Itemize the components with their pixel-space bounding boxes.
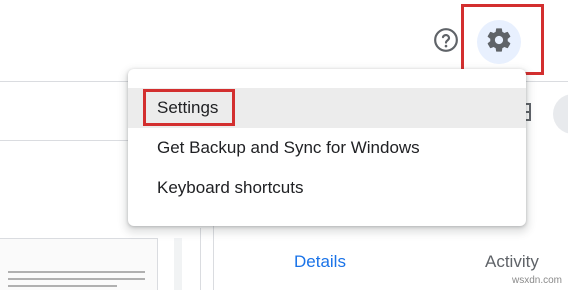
- avatar[interactable]: [553, 94, 568, 134]
- help-button[interactable]: [432, 27, 460, 58]
- help-circle-icon: [433, 27, 459, 58]
- watermark: wsxdn.com: [511, 275, 562, 286]
- menu-item-keyboard-shortcuts[interactable]: Keyboard shortcuts: [128, 168, 526, 208]
- divider: [200, 228, 201, 290]
- tab-activity[interactable]: Activity: [485, 252, 539, 272]
- highlight-box: [143, 89, 235, 126]
- scrollbar[interactable]: [174, 238, 182, 290]
- tab-details[interactable]: Details: [294, 252, 346, 272]
- file-thumbnail[interactable]: [0, 238, 158, 290]
- highlight-box: [461, 4, 544, 75]
- menu-item-backup-sync[interactable]: Get Backup and Sync for Windows: [128, 128, 526, 168]
